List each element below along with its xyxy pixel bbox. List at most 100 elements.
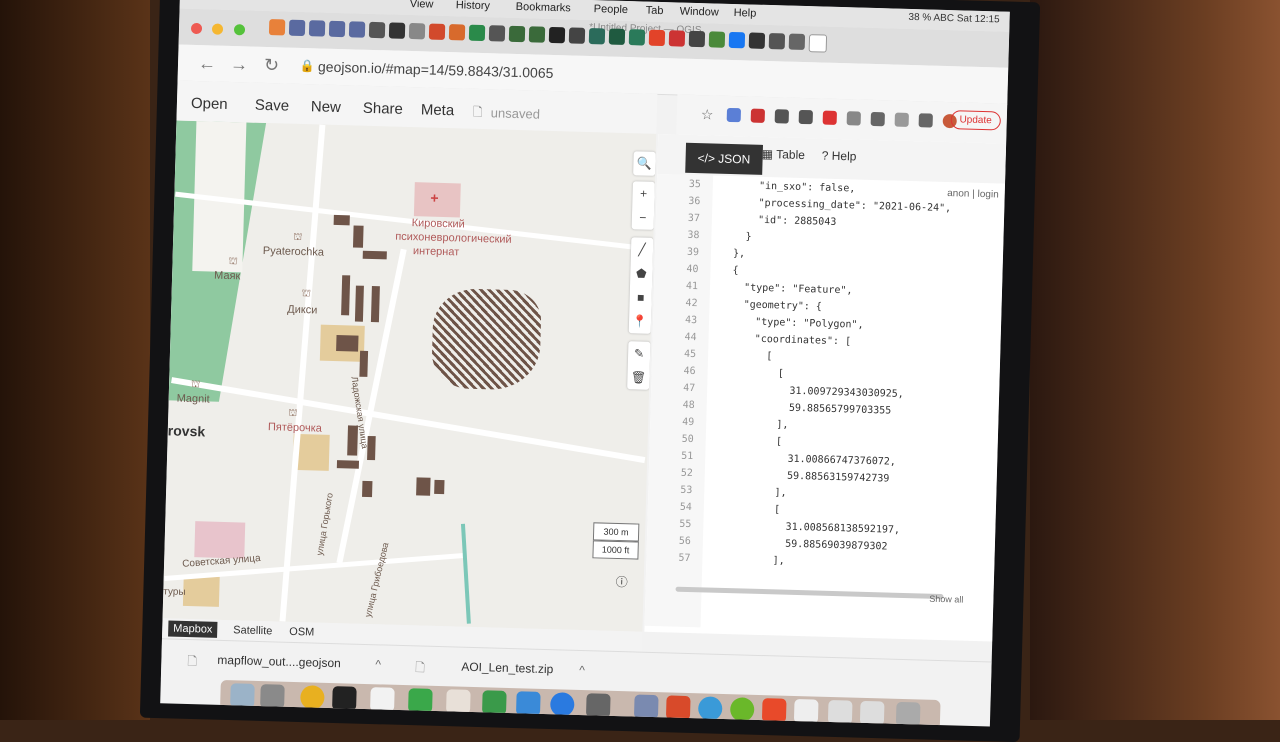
github-icon[interactable] — [368, 21, 386, 39]
chrome-icon[interactable] — [300, 685, 325, 710]
tab-help[interactable]: ? Help — [822, 149, 857, 164]
tab-favicon-icon[interactable] — [348, 21, 366, 38]
tab-favicon-icon[interactable] — [788, 33, 806, 51]
zoom-out-icon[interactable]: − — [632, 205, 655, 230]
extension-icon[interactable] — [846, 111, 861, 126]
extension-icon[interactable] — [726, 107, 742, 123]
tab-favicon-icon[interactable] — [588, 27, 606, 45]
app-store-icon[interactable] — [549, 692, 575, 717]
menu-view[interactable]: View — [410, 0, 434, 11]
tab-favicon-icon[interactable] — [408, 22, 426, 40]
layer-osm[interactable]: OSM — [284, 624, 319, 641]
app-icon[interactable] — [665, 695, 691, 721]
tab-json[interactable]: </> JSON — [685, 142, 763, 175]
trash-icon[interactable] — [895, 701, 921, 727]
tab-favicon-icon[interactable] — [488, 25, 506, 42]
menu-bookmarks[interactable]: Bookmarks — [516, 1, 571, 15]
star-bookmark-icon[interactable]: ☆ — [701, 106, 714, 123]
extension-icon[interactable] — [894, 112, 909, 127]
zoom-in-icon[interactable]: + — [632, 181, 655, 206]
menu-tab[interactable]: Tab — [646, 5, 664, 17]
minimize-window-icon[interactable] — [212, 23, 224, 35]
extension-icon[interactable] — [774, 109, 790, 124]
download-item[interactable]: mapflow_out....geojson — [217, 653, 341, 670]
tab-favicon-icon[interactable] — [308, 20, 326, 37]
qgis-icon[interactable] — [729, 697, 755, 722]
extension-icon[interactable] — [870, 111, 885, 127]
tab-favicon-icon[interactable] — [268, 19, 286, 36]
tab-favicon-icon[interactable] — [528, 26, 546, 43]
tab-table[interactable]: ▦ Table — [762, 147, 806, 162]
tab-favicon-icon[interactable] — [688, 30, 706, 48]
terminal-icon[interactable] — [332, 686, 357, 711]
draw-marker-icon[interactable]: 📍 — [629, 309, 652, 334]
edit-icon[interactable]: ✎ — [628, 341, 651, 366]
launchpad-icon[interactable] — [260, 684, 285, 709]
info-icon[interactable]: ⓘ — [616, 573, 628, 590]
close-window-icon[interactable] — [190, 22, 203, 35]
tab-favicon-icon[interactable] — [448, 24, 466, 41]
forward-arrow-icon[interactable]: → — [230, 54, 249, 75]
chevron-up-icon[interactable]: ^ — [579, 663, 585, 677]
facetime-icon[interactable] — [408, 688, 433, 713]
tab-favicon-icon[interactable] — [288, 19, 306, 37]
show-all-link[interactable]: Show all — [929, 594, 963, 605]
notes-icon[interactable] — [370, 687, 395, 712]
facebook-icon[interactable] — [728, 31, 746, 49]
menu-people[interactable]: People — [594, 3, 629, 16]
tab-favicon-icon[interactable] — [548, 26, 566, 44]
reload-icon[interactable]: ↻ — [264, 55, 280, 76]
system-preferences-icon[interactable] — [585, 693, 611, 718]
open-button[interactable]: Open — [191, 95, 228, 113]
layer-satellite[interactable]: Satellite — [228, 622, 278, 639]
search-icon[interactable]: 🔍 — [633, 151, 656, 176]
tab-favicon-icon[interactable] — [568, 27, 586, 44]
tab-favicon-icon[interactable] — [668, 30, 686, 47]
layer-mapbox[interactable]: Mapbox — [168, 620, 218, 638]
app-icon[interactable] — [761, 698, 787, 723]
trash-icon[interactable]: 🗑 — [627, 365, 650, 390]
tab-favicon-icon[interactable] — [428, 23, 446, 40]
app-icon[interactable] — [859, 700, 885, 726]
share-button[interactable]: Share — [363, 100, 403, 118]
tab-favicon-icon[interactable] — [768, 33, 786, 50]
telegram-icon[interactable] — [697, 696, 723, 721]
draw-line-icon[interactable]: ╱ — [631, 237, 654, 262]
map-view[interactable]: + Кировский психоневрологический интерна… — [162, 120, 657, 632]
tab-favicon-icon[interactable] — [508, 25, 526, 43]
new-button[interactable]: New — [311, 98, 341, 116]
draw-rectangle-icon[interactable]: ■ — [629, 285, 652, 310]
login-link[interactable]: anon | login — [947, 188, 999, 200]
gitlab-icon[interactable] — [648, 29, 666, 47]
back-arrow-icon[interactable]: ← — [198, 53, 217, 74]
meta-button[interactable]: Meta — [421, 101, 455, 119]
update-button[interactable]: Update — [950, 110, 1002, 131]
active-tab-favicon-icon[interactable] — [808, 34, 828, 53]
github-icon[interactable] — [388, 22, 406, 39]
extension-icon[interactable] — [750, 108, 766, 123]
draw-polygon-icon[interactable]: ⬟ — [630, 261, 653, 286]
maximize-window-icon[interactable] — [233, 24, 246, 36]
horizontal-scrollbar[interactable] — [675, 586, 944, 600]
save-button[interactable]: Save — [255, 97, 290, 115]
menu-history[interactable]: History — [456, 0, 491, 12]
chevron-up-icon[interactable]: ^ — [375, 657, 381, 671]
puzzle-extension-icon[interactable] — [918, 113, 933, 128]
app-icon[interactable] — [633, 694, 659, 720]
finder-icon[interactable] — [230, 683, 255, 708]
download-item[interactable]: AOI_Len_test.zip — [461, 660, 553, 677]
menu-help[interactable]: Help — [734, 7, 757, 20]
extension-icon[interactable] — [822, 110, 837, 125]
tab-favicon-icon[interactable] — [708, 31, 726, 48]
tab-favicon-icon[interactable] — [628, 29, 646, 46]
tab-favicon-icon[interactable] — [608, 28, 626, 45]
app-icon[interactable] — [827, 699, 853, 725]
extension-icon[interactable] — [798, 109, 813, 125]
url-field[interactable]: geojson.io/#map=14/59.8843/31.0065 — [318, 58, 554, 81]
tab-favicon-icon[interactable] — [468, 24, 486, 42]
keynote-icon[interactable] — [515, 691, 541, 716]
menu-window[interactable]: Window — [680, 6, 719, 19]
numbers-icon[interactable] — [481, 690, 507, 715]
app-icon[interactable] — [446, 689, 471, 714]
tab-favicon-icon[interactable] — [328, 20, 346, 38]
